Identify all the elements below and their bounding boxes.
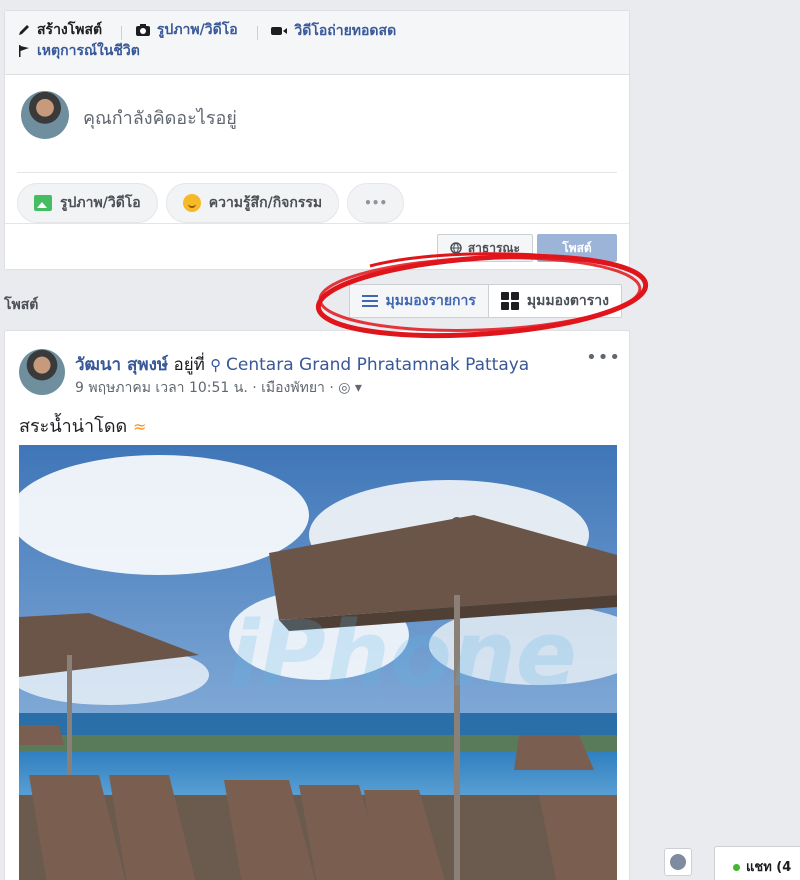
tab-life-event[interactable]: เหตุการณ์ในชีวิต [17,42,140,60]
post-text-body: สระน้ำน่าโดด [19,416,128,437]
chat-tab-label: แชท (4 [746,860,792,875]
chat-tab[interactable]: แชท (4 [714,846,800,880]
more-icon: ••• [364,196,388,210]
privacy-globe-icon[interactable]: ◎ ▾ [338,380,362,396]
tab-create-post[interactable]: สร้างโพสต์ [17,21,102,39]
tab-divider [121,26,123,40]
audience-selector[interactable]: สาธารณะ [436,234,533,262]
grid-view-button[interactable]: มุมมองตาราง [489,285,621,317]
feed-post: วัฒนา สุพงษ์ อยู่ที่ ⚲ Centara Grand Phr… [4,330,630,880]
composer-placeholder[interactable]: คุณกำลังคิดอะไรอยู่ [83,103,237,132]
location-pin-icon: ⚲ [210,356,227,374]
flag-icon [19,45,29,57]
list-icon [361,295,378,307]
online-status-dot [733,864,740,871]
view-toggle: มุมมองรายการ มุมมองตาราง [348,284,622,318]
photo-video-button-label: รูปภาพ/วิดีโอ [60,195,141,211]
globe-icon [450,242,462,254]
list-view-button[interactable]: มุมมองรายการ [349,285,489,317]
tab-live-video[interactable]: วิดีโอถ่ายทอดสด [270,22,396,40]
more-options-button[interactable]: ••• [347,183,405,223]
post-author-name[interactable]: วัฒนา สุพงษ์ [75,355,168,375]
watermark-text: iPhone [229,602,577,707]
post-button[interactable]: โพสต์ [537,234,617,262]
post-location-link[interactable]: Centara Grand Phratamnak Pattaya [226,355,529,375]
composer-footer: สาธารณะ โพสต์ [5,223,629,269]
posts-header: โพสต์ มุมมองรายการ มุมมองตาราง [0,284,630,318]
feeling-activity-button[interactable]: ความรู้สึก/กิจกรรม [165,183,340,223]
composer-input-area[interactable]: คุณกำลังคิดอะไรอยู่ [17,75,617,173]
post-options-button[interactable]: ••• [586,347,621,368]
chat-globe-button[interactable] [664,848,692,876]
composer-tabs: สร้างโพสต์ รูปภาพ/วิดีโอ วิดีโอถ่ายทอดสด… [5,11,629,75]
pencil-icon [19,25,29,35]
swim-emoji-icon: ≈ [132,417,147,436]
pool-umbrella-photo: iPhone [19,445,617,880]
avatar [21,91,69,139]
post-header: วัฒนา สุพงษ์ อยู่ที่ ⚲ Centara Grand Phr… [75,351,529,378]
posts-title: โพสต์ [4,297,39,313]
post-timestamp[interactable]: 9 พฤษภาคม เวลา 10:51 น. · เมืองพัทยา · [75,380,338,396]
tab-photo-video[interactable]: รูปภาพ/วิดีโอ [135,21,238,39]
tab-live-video-label: วิดีโอถ่ายทอดสด [294,23,397,39]
video-camera-icon [271,27,288,35]
tab-create-post-label: สร้างโพสต์ [37,22,103,38]
globe-icon [670,854,686,870]
photo-icon [34,195,52,211]
camera-icon [135,24,150,36]
tab-photo-video-label: รูปภาพ/วิดีโอ [156,22,238,38]
smiley-icon [182,194,201,212]
grid-view-label: มุมมองตาราง [526,293,609,309]
post-author-avatar[interactable] [19,349,65,395]
audience-label: สาธารณะ [467,240,520,255]
post-composer: สร้างโพสต์ รูปภาพ/วิดีโอ วิดีโอถ่ายทอดสด… [4,10,630,270]
post-at-text: อยู่ที่ [168,355,211,375]
tab-life-event-label: เหตุการณ์ในชีวิต [37,43,140,59]
list-view-label: มุมมองรายการ [385,293,476,309]
post-meta: 9 พฤษภาคม เวลา 10:51 น. · เมืองพัทยา · ◎… [75,377,362,399]
tab-divider [256,26,258,40]
grid-icon [500,292,519,310]
photo-video-button[interactable]: รูปภาพ/วิดีโอ [17,183,158,223]
feeling-activity-button-label: ความรู้สึก/กิจกรรม [208,195,323,211]
post-photo[interactable]: iPhone [19,445,617,880]
post-text: สระน้ำน่าโดด ≈ [19,411,146,440]
